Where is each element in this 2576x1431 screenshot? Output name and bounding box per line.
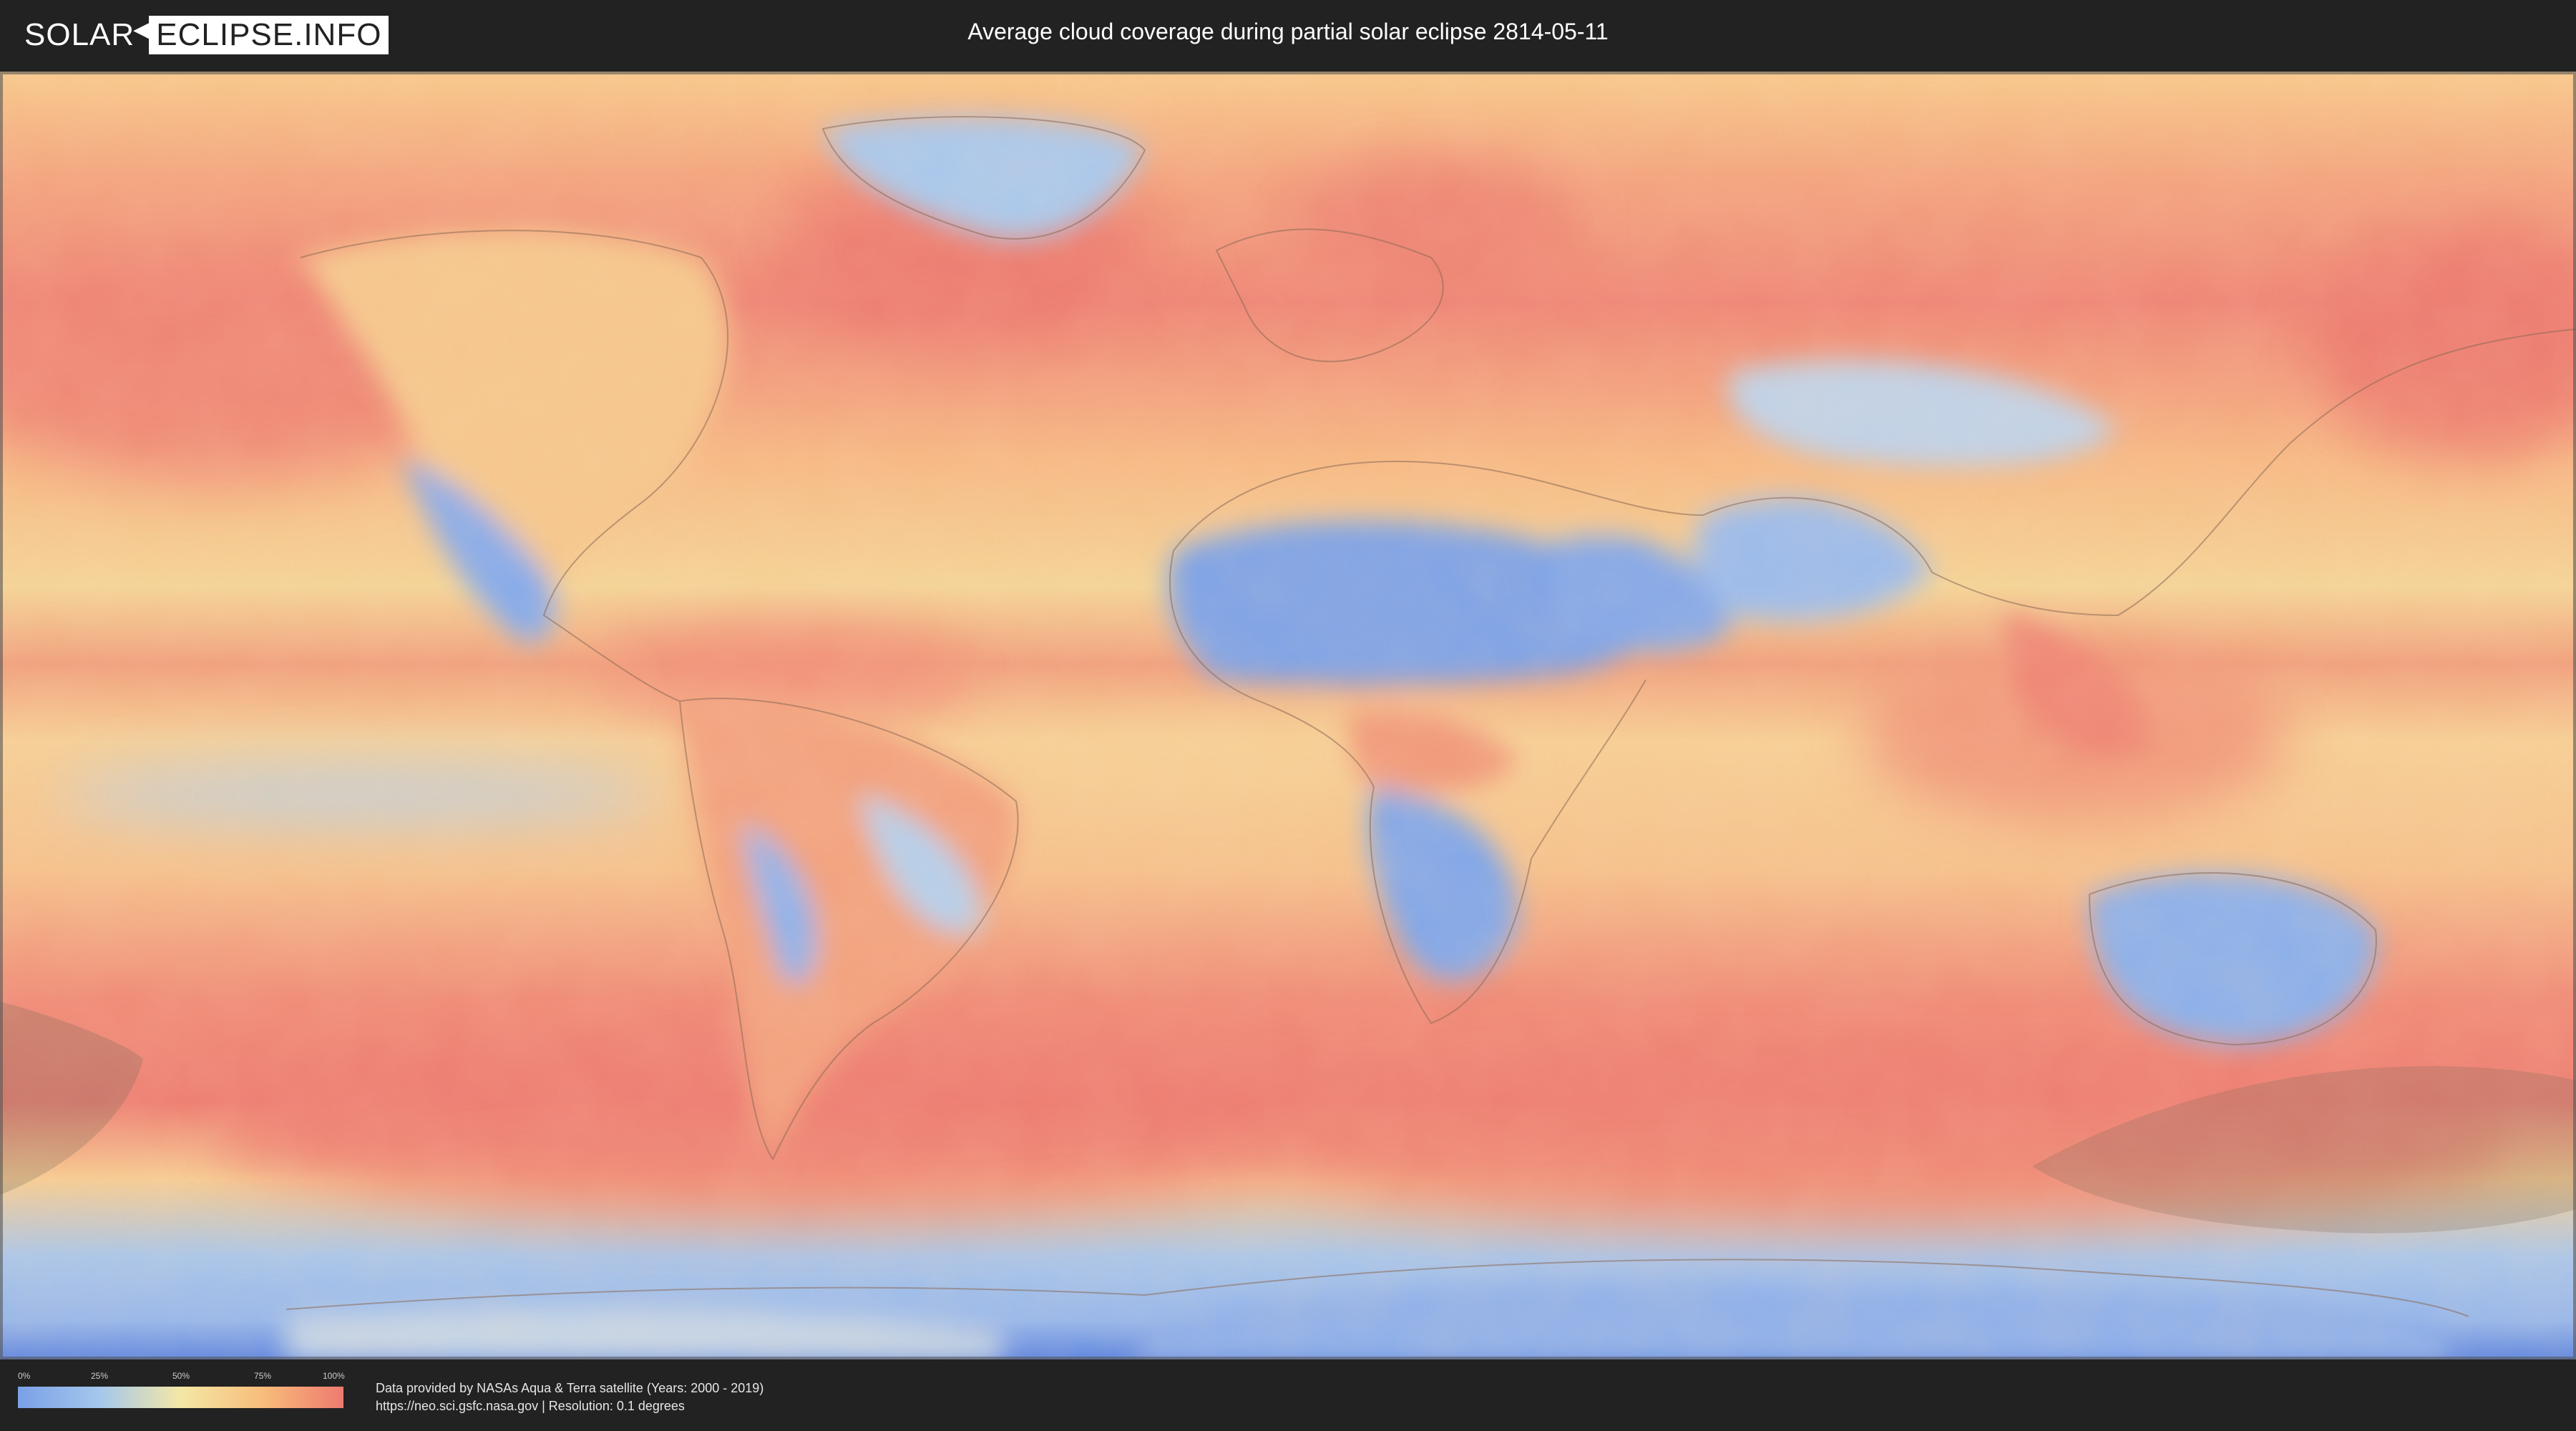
legend-tick-50: 50% [172,1371,190,1381]
credits-url-line[interactable]: https://neo.sci.gsfc.nasa.gov | Resoluti… [376,1397,763,1415]
world-map-graphic [0,72,2576,1359]
header-bar: SOLAR ◀ ECLIPSE.INFO Average cloud cover… [0,0,2576,72]
data-credits: Data provided by NASAs Aqua & Terra sate… [376,1379,763,1415]
credits-source-line: Data provided by NASAs Aqua & Terra sate… [376,1381,764,1395]
legend-ticks: 0% 25% 50% 75% 100% [18,1371,345,1385]
cloud-coverage-legend: 0% 25% 50% 75% 100% [18,1371,345,1412]
page-title: Average cloud coverage during partial so… [967,19,1609,44]
legend-color-bar [18,1387,343,1408]
legend-tick-0: 0% [18,1371,31,1381]
legend-tick-100: 100% [323,1371,345,1381]
cloud-coverage-map[interactable] [0,72,2576,1359]
legend-tick-25: 25% [91,1371,109,1381]
footer-bar: 0% 25% 50% 75% 100% Data provided by NAS… [0,1359,2576,1431]
legend-tick-75: 75% [254,1371,272,1381]
